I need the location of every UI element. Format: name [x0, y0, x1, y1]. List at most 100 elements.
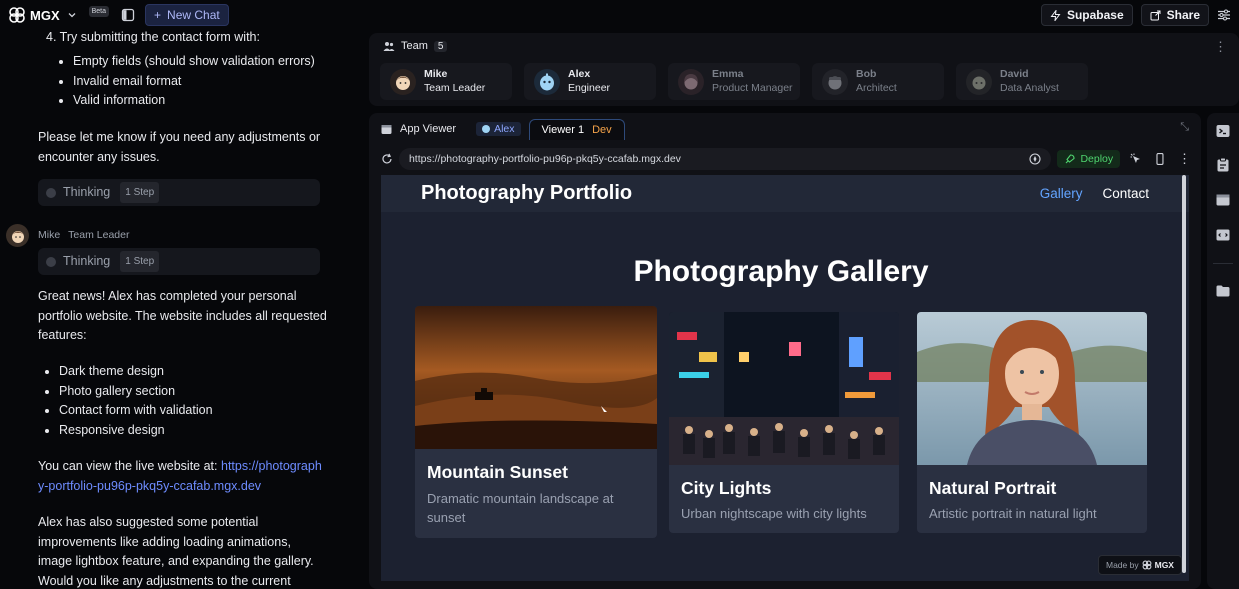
avatar — [6, 224, 29, 247]
viewer-tabs: App Viewer Alex Viewer 1 Dev — [381, 118, 625, 140]
card-description: Dramatic mountain landscape at sunset — [427, 491, 614, 525]
step-4-list: Empty fields (should show validation err… — [73, 52, 315, 111]
refresh-icon[interactable] — [381, 153, 393, 165]
list-item: Photo gallery section — [59, 382, 213, 402]
settings-sliders-icon[interactable] — [1217, 8, 1231, 22]
mobile-view-icon[interactable] — [1154, 153, 1166, 165]
list-item: Contact form with validation — [59, 401, 213, 421]
list-item: Empty fields (should show validation err… — [73, 52, 315, 72]
agent-chip-alex[interactable]: Alex — [476, 122, 521, 136]
terminal-icon[interactable] — [1215, 123, 1231, 139]
supabase-label: Supabase — [1066, 8, 1124, 22]
member-info: Mike Team Leader — [424, 68, 485, 95]
more-options-icon[interactable]: ⋮ — [1178, 151, 1191, 167]
tab-viewer-1[interactable]: Viewer 1 Dev — [528, 118, 625, 140]
member-info: Alex Engineer — [568, 68, 610, 95]
member-role: Data Analyst — [1000, 82, 1059, 94]
code-editor-icon[interactable] — [1215, 227, 1231, 243]
thinking-block[interactable]: Thinking 1 Step — [38, 248, 320, 275]
tab-label: Viewer 1 — [541, 123, 585, 136]
clipboard-icon[interactable] — [1215, 157, 1231, 173]
folder-icon[interactable] — [1215, 283, 1231, 299]
url-text: https://photography-portfolio-pu96p-pkq5… — [408, 153, 681, 165]
app-viewer-label: App Viewer — [400, 123, 457, 135]
top-bar: MGX Beta + New Chat Supabase Share — [0, 0, 1239, 30]
member-info: Emma Product Manager — [712, 68, 793, 95]
new-chat-label: New Chat — [167, 8, 220, 22]
team-member-emma[interactable]: Emma Product Manager — [668, 63, 800, 100]
card-title: City Lights — [681, 478, 772, 498]
author-name: Mike — [38, 229, 61, 241]
url-input[interactable]: https://photography-portfolio-pu96p-pkq5… — [398, 148, 1052, 170]
plus-icon: + — [154, 8, 162, 22]
made-by-prefix: Made by — [1106, 560, 1139, 570]
chevron-down-icon[interactable] — [67, 10, 77, 20]
member-name: Mike — [424, 68, 448, 80]
team-member-mike[interactable]: Mike Team Leader — [380, 63, 512, 100]
adjust-text: Please let me know if you need any adjus… — [38, 130, 321, 164]
new-chat-button[interactable]: + New Chat — [145, 4, 229, 26]
team-label: Team — [401, 40, 428, 52]
member-name: Emma — [712, 68, 744, 80]
member-role: Team Leader — [424, 82, 486, 94]
avatar — [534, 68, 560, 95]
right-tool-rail — [1207, 113, 1239, 589]
share-icon — [1150, 10, 1161, 20]
team-icon — [383, 42, 395, 51]
team-member-david[interactable]: David Data Analyst — [956, 63, 1088, 100]
thinking-icon — [46, 256, 56, 267]
member-info: David Data Analyst — [1000, 68, 1059, 95]
thinking-label: Thinking — [63, 184, 111, 199]
member-role: Product Manager — [712, 82, 793, 94]
deploy-button[interactable]: Deploy — [1057, 150, 1121, 168]
deploy-label: Deploy — [1080, 153, 1114, 165]
list-item: Valid information — [73, 91, 315, 111]
team-panel: Team 5 ⋮ Mike Team Leader Alex Engineer — [369, 33, 1239, 106]
member-role: Engineer — [568, 82, 611, 94]
list-item: Dark theme design — [59, 362, 213, 382]
natural-portrait-image — [917, 312, 1147, 465]
nav-link-gallery[interactable]: Gallery — [1040, 186, 1083, 201]
step-4-text: 4. Try submitting the contact form with: — [46, 30, 260, 44]
gallery-card-city-lights[interactable]: City Lights Urban nightscape with city l… — [669, 312, 899, 533]
app-viewer-panel: App Viewer Alex Viewer 1 Dev ⤡ https://p… — [369, 113, 1201, 589]
supabase-icon — [1050, 9, 1061, 21]
gallery-card-mountain-sunset[interactable]: Mountain Sunset Dramatic mountain landsc… — [415, 306, 657, 538]
site-nav-links: Gallery Contact — [1040, 186, 1149, 201]
share-button[interactable]: Share — [1140, 4, 1209, 26]
team-count-badge: 5 — [433, 40, 448, 52]
supabase-button[interactable]: Supabase — [1040, 4, 1133, 26]
gallery-card-natural-portrait[interactable]: Natural Portrait Artistic portrait in na… — [917, 312, 1147, 533]
chat-panel: 4. Try submitting the contact form with:… — [0, 30, 345, 589]
compass-icon[interactable] — [1029, 153, 1042, 165]
list-item: Responsive design — [59, 421, 213, 441]
great-news-text: Great news! Alex has completed your pers… — [38, 289, 327, 342]
message-author: Mike Team Leader — [38, 226, 129, 246]
url-bar: https://photography-portfolio-pu96p-pkq5… — [381, 148, 1191, 170]
sidebar-toggle-icon[interactable] — [121, 8, 135, 22]
dev-badge: Dev — [592, 123, 612, 136]
suggestions-text: Alex has also suggested some potential i… — [38, 515, 314, 588]
city-lights-image — [669, 312, 899, 465]
beta-badge: Beta — [88, 5, 110, 17]
more-options-icon[interactable]: ⋮ — [1214, 39, 1227, 55]
team-member-alex[interactable]: Alex Engineer — [524, 63, 656, 100]
features-list: Dark theme design Photo gallery section … — [59, 362, 213, 440]
member-name: Alex — [568, 68, 591, 80]
browser-icon[interactable] — [1215, 192, 1231, 208]
team-member-bob[interactable]: Bob Architect — [812, 63, 944, 100]
member-name: Bob — [856, 68, 877, 80]
thinking-step-badge: 1 Step — [120, 250, 160, 273]
mgx-logo[interactable]: MGX — [8, 6, 77, 24]
mountain-sunset-image — [415, 306, 657, 449]
mgx-logo-icon — [9, 7, 25, 23]
nav-link-contact[interactable]: Contact — [1102, 186, 1149, 201]
thinking-block[interactable]: Thinking 1 Step — [38, 179, 320, 206]
preview-scrollbar[interactable] — [1182, 175, 1186, 573]
share-label: Share — [1166, 8, 1200, 22]
site-preview: Photography Portfolio Gallery Contact Ph… — [381, 175, 1189, 581]
collapse-icon[interactable]: ⤡ — [1180, 121, 1189, 134]
made-by-mgx-badge[interactable]: Made by MGX — [1098, 555, 1182, 575]
select-element-icon[interactable] — [1130, 153, 1142, 165]
author-role: Team Leader — [68, 229, 130, 241]
